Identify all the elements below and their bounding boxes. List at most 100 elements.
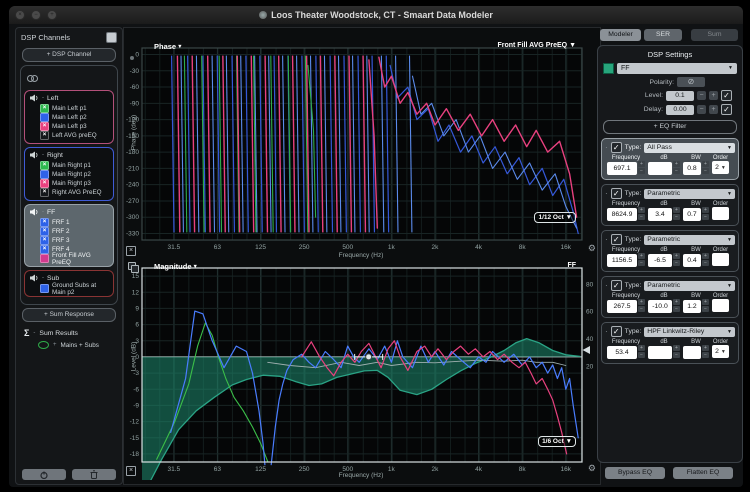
trace-item[interactable]: ×Main Left p1 <box>40 104 110 113</box>
eq-filter-card-allpass[interactable]: ·✓Type:All Pass▼ Frequency697.1+− dB+− B… <box>601 138 739 180</box>
phase-trace-selector[interactable]: Front Fill AVG PreEQ ▼ <box>497 42 576 49</box>
gear-icon[interactable]: ⚙ <box>588 463 596 474</box>
channel-card-right[interactable]: -Right ×Main Right p1 Main Right p2 ×Mai… <box>24 147 114 201</box>
drag-handle-icon[interactable]: · <box>605 283 608 289</box>
order-select[interactable]: 2▼ <box>712 345 729 358</box>
filter-type-select[interactable]: Parametric▼ <box>644 235 735 245</box>
bypass-eq-button[interactable]: Bypass EQ <box>605 467 665 479</box>
trace-item[interactable]: ×FRF 1 <box>40 218 110 227</box>
level-input[interactable]: 0.1 <box>666 91 694 101</box>
eq-filter-card-parametric-2[interactable]: ·✓Type:Parametric▼ Frequency1156.5+− dB-… <box>601 230 739 272</box>
spinner[interactable]: +− <box>673 345 680 359</box>
bw-input[interactable]: 0.7 <box>683 208 701 221</box>
filter-type-select[interactable]: All Pass▼ <box>644 143 735 153</box>
link-icon[interactable] <box>27 75 39 82</box>
level-increment-button[interactable]: + <box>709 91 718 100</box>
trace-item[interactable]: Ground Subs at Main p2 <box>40 284 110 293</box>
spinner[interactable]: +− <box>638 299 645 313</box>
delay-decrement-button[interactable]: − <box>697 105 706 114</box>
gear-icon[interactable]: ⚙ <box>588 243 596 254</box>
eq-filter-card-hpf[interactable]: ·✓Type:HPF Linkwitz-Riley▼ Frequency53.4… <box>601 322 739 364</box>
level-checkbox[interactable]: ✓ <box>721 90 732 101</box>
phase-smoothing-badge[interactable]: 1/12 Oct ▼ <box>534 212 576 223</box>
trace-item[interactable]: Main Left p2 <box>40 113 110 122</box>
bw-input[interactable]: 1.2 <box>683 300 701 313</box>
frequency-input[interactable]: 8624.9 <box>607 208 637 221</box>
channel-card-ff-selected[interactable]: -FF ×FRF 1 ×FRF 2 ×FRF 3 ×FRF 4 Front Fi… <box>24 204 114 267</box>
filter-enabled-checkbox[interactable]: ✓ <box>611 234 622 245</box>
sum-response-item[interactable]: +Mains + Subs <box>16 338 122 349</box>
filter-enabled-checkbox[interactable]: ✓ <box>611 188 622 199</box>
order-input[interactable] <box>712 207 729 220</box>
channel-card-left[interactable]: -Left ×Main Left p1 Main Left p2 ×Main L… <box>24 90 114 144</box>
magnitude-type-dropdown[interactable]: Magnitude▼ <box>154 262 198 271</box>
frequency-input[interactable]: 697.1 <box>607 162 637 175</box>
frequency-input[interactable]: 267.5 <box>607 300 637 313</box>
order-input[interactable] <box>712 253 729 266</box>
order-input[interactable] <box>712 299 729 312</box>
spinner[interactable]: +− <box>702 207 709 221</box>
drag-handle-icon[interactable]: · <box>605 191 608 197</box>
db-input[interactable] <box>648 346 672 359</box>
tab-modeler[interactable]: Modeler <box>600 29 641 41</box>
spinner[interactable]: +− <box>702 161 709 175</box>
eq-filter-card-parametric-3[interactable]: ·✓Type:Parametric▼ Frequency267.5+− dB-1… <box>601 276 739 318</box>
panel-toggle-icon[interactable] <box>106 32 117 43</box>
spinner[interactable]: +− <box>702 345 709 359</box>
delete-button[interactable] <box>72 469 116 480</box>
channel-select[interactable]: FF▼ <box>617 63 737 74</box>
bw-input[interactable] <box>683 346 701 359</box>
spinner[interactable]: +− <box>638 161 645 175</box>
trace-item[interactable]: ×FRF 2 <box>40 227 110 236</box>
trace-item[interactable]: ×Right AVG PreEQ <box>40 188 110 197</box>
spinner[interactable]: +− <box>673 207 680 221</box>
flatten-eq-button[interactable]: Flatten EQ <box>673 467 733 479</box>
magnitude-smoothing-badge[interactable]: 1/6 Oct ▼ <box>538 436 576 447</box>
spinner[interactable]: +− <box>638 207 645 221</box>
trace-item[interactable]: ×Main Left p3 <box>40 122 110 131</box>
polarity-button[interactable]: ⊘ <box>677 77 705 87</box>
channel-card-sub[interactable]: -Sub Ground Subs at Main p2 <box>24 270 114 297</box>
spinner[interactable]: +− <box>638 345 645 359</box>
delay-increment-button[interactable]: + <box>709 105 718 114</box>
db-input[interactable]: 3.4 <box>648 208 672 221</box>
filter-type-select[interactable]: Parametric▼ <box>644 189 735 199</box>
frequency-input[interactable]: 53.4 <box>607 346 637 359</box>
db-input[interactable] <box>648 162 672 175</box>
filter-type-select[interactable]: HPF Linkwitz-Riley▼ <box>644 327 735 337</box>
filter-enabled-checkbox[interactable]: ✓ <box>611 142 622 153</box>
db-input[interactable]: -6.5 <box>648 254 672 267</box>
spinner[interactable]: +− <box>673 161 680 175</box>
delay-input[interactable]: 0.00 <box>666 105 694 115</box>
bw-input[interactable]: 0.8 <box>683 162 701 175</box>
tab-sum[interactable]: Sum <box>691 29 738 41</box>
delay-checkbox[interactable]: ✓ <box>721 104 732 115</box>
add-eq-filter-button[interactable]: + EQ Filter <box>603 120 737 134</box>
drag-handle-icon[interactable]: · <box>605 237 608 243</box>
drag-handle-icon[interactable]: · <box>605 329 608 335</box>
spinner[interactable]: +− <box>673 253 680 267</box>
filter-enabled-checkbox[interactable]: ✓ <box>611 326 622 337</box>
add-dsp-channel-button[interactable]: + DSP Channel <box>22 48 116 62</box>
add-sum-response-button[interactable]: + Sum Response <box>22 308 116 322</box>
spinner[interactable]: +− <box>673 299 680 313</box>
cascade-windows-icon[interactable] <box>128 262 138 272</box>
axis-handle-dot[interactable] <box>130 56 134 60</box>
sum-results-header[interactable]: Σ-Sum Results <box>16 325 122 338</box>
trace-item[interactable]: Front Fill AVG PreEQ <box>40 254 110 263</box>
frequency-input[interactable]: 1156.5 <box>607 254 637 267</box>
close-plot-icon[interactable]: × <box>126 246 136 256</box>
trace-item[interactable]: ×Main Right p3 <box>40 179 110 188</box>
magnitude-plot-canvas[interactable]: 31.5631252505001k2k4k8k16k15129630-3-6-9… <box>126 260 596 480</box>
drag-handle-icon[interactable]: · <box>605 145 608 151</box>
close-plot-icon[interactable]: × <box>126 466 136 476</box>
tab-ser[interactable]: SER <box>644 29 682 41</box>
filter-enabled-checkbox[interactable]: ✓ <box>611 280 622 291</box>
filter-type-select[interactable]: Parametric▼ <box>644 281 735 291</box>
phase-type-dropdown[interactable]: Phase▼ <box>154 42 183 51</box>
trace-item[interactable]: ×Left AVG preEQ <box>40 131 110 140</box>
order-select[interactable]: 2▼ <box>712 161 729 174</box>
db-input[interactable]: -10.0 <box>648 300 672 313</box>
level-decrement-button[interactable]: − <box>697 91 706 100</box>
spinner[interactable]: +− <box>638 253 645 267</box>
